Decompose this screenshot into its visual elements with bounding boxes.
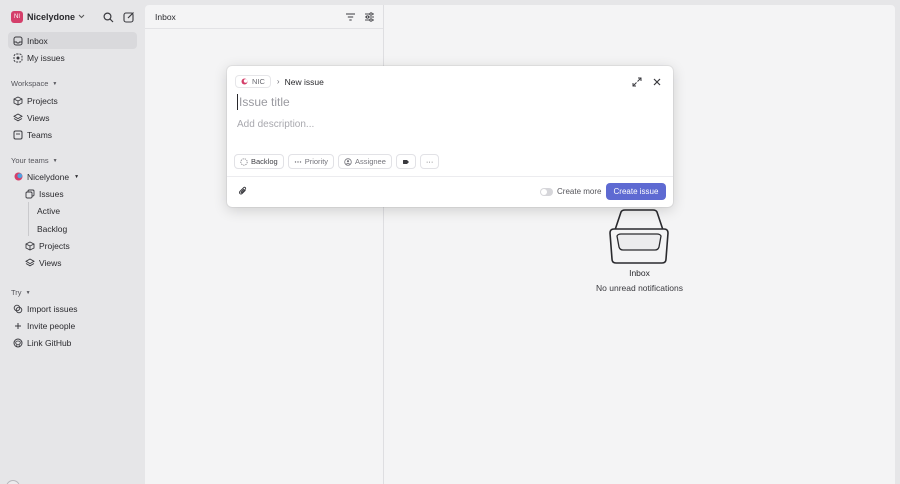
sidebar-item-label: Issues (39, 188, 64, 199)
page-title: Inbox (155, 12, 176, 22)
workspace-name: Nicelydone (27, 12, 76, 22)
breadcrumb: NIC › New issue (235, 75, 324, 88)
chevron-down-icon (78, 14, 85, 21)
issue-title-input[interactable] (237, 94, 657, 110)
section-label: Try (11, 288, 22, 297)
sidebar-item-label: Teams (27, 129, 53, 140)
paperclip-icon[interactable] (237, 185, 249, 197)
create-more-toggle[interactable] (540, 188, 553, 196)
priority-icon (294, 158, 302, 166)
sidebar-team-nicelydone[interactable]: Nicelydone ▼ (8, 168, 137, 185)
cube-icon (12, 95, 24, 107)
sidebar-item-label: Views (27, 112, 50, 123)
workspace-switcher[interactable]: NI Nicelydone (11, 10, 137, 24)
caret-down-icon: ▼ (52, 80, 58, 87)
create-issue-button[interactable]: Create issue (606, 183, 666, 200)
sidebar-item-backlog[interactable]: Backlog (30, 220, 137, 237)
sidebar-item-issues[interactable]: Issues (20, 185, 137, 202)
assignee-label: Assignee (355, 157, 386, 166)
section-label: Your teams (11, 156, 49, 165)
sidebar-item-team-views[interactable]: Views (20, 254, 137, 271)
divider (145, 28, 383, 29)
caret-down-icon: ▼ (52, 157, 58, 164)
filter-icon[interactable] (344, 11, 356, 23)
sidebar-item-label: Import issues (27, 303, 78, 314)
sidebar-item-my-issues[interactable]: My issues (8, 49, 137, 66)
team-logo-icon (12, 171, 24, 183)
sidebar-item-teams[interactable]: Teams (8, 126, 137, 143)
sidebar-item-team-projects[interactable]: Projects (20, 237, 137, 254)
more-options-chip[interactable]: ··· (419, 154, 440, 169)
sidebar-item-label: Invite people (27, 320, 76, 331)
section-label: Workspace (11, 79, 49, 88)
sidebar-item-label: Active (37, 205, 61, 216)
sidebar-item-label: My issues (27, 52, 65, 63)
display-options-icon[interactable] (363, 11, 375, 23)
caret-down-icon: ▼ (74, 173, 80, 180)
divider (227, 176, 673, 177)
sidebar-item-active[interactable]: Active (30, 202, 137, 219)
sidebar-item-label: Backlog (37, 223, 68, 234)
sidebar-item-label: Projects (39, 240, 70, 251)
search-icon[interactable] (101, 10, 115, 24)
empty-state-subtitle: No unread notifications (596, 283, 683, 293)
tag-icon (402, 158, 410, 166)
sidebar-item-import-issues[interactable]: Import issues (8, 300, 137, 317)
expand-icon[interactable] (631, 76, 643, 88)
plus-icon (12, 320, 24, 332)
sidebar-item-label: Views (39, 257, 62, 268)
help-button[interactable] (6, 480, 20, 484)
target-icon (12, 52, 24, 64)
sidebar-item-label: Nicelydone (27, 171, 70, 182)
status-label: Backlog (251, 157, 278, 166)
layers-icon (24, 257, 36, 269)
priority-label: Priority (304, 157, 329, 166)
sidebar-item-label: Projects (27, 95, 58, 106)
issue-properties: Backlog Priority Assignee ··· (234, 154, 443, 169)
workspace-badge: NI (11, 11, 23, 23)
sidebar-item-inbox[interactable]: Inbox (8, 32, 137, 49)
backlog-status-icon (240, 157, 248, 166)
sidebar: NI Nicelydone Inbox My issues Workspace … (0, 0, 145, 484)
sidebar-item-label: Link GitHub (27, 337, 72, 348)
more-icon: ··· (425, 157, 434, 166)
sidebar-item-label: Inbox (27, 35, 48, 46)
issue-description-input[interactable] (237, 117, 657, 131)
empty-state-title: Inbox (629, 268, 650, 278)
status-chip[interactable]: Backlog (234, 154, 284, 169)
empty-inbox-tray-icon (608, 209, 670, 267)
team-logo-icon (241, 78, 248, 85)
new-issue-modal: NIC › New issue Backlog Priority Assign (227, 66, 673, 207)
close-icon[interactable] (651, 76, 663, 88)
stack-icon (24, 188, 36, 200)
label-chip[interactable] (395, 154, 416, 169)
square-icon (12, 129, 24, 141)
layers-icon (12, 112, 24, 124)
section-try[interactable]: Try ▼ (11, 288, 31, 297)
inbox-icon (12, 35, 24, 47)
sidebar-item-invite-people[interactable]: Invite people (8, 317, 137, 334)
modal-title: New issue (284, 76, 324, 87)
github-icon (12, 337, 24, 349)
import-icon (12, 303, 24, 315)
cube-icon (24, 240, 36, 252)
section-workspace[interactable]: Workspace ▼ (11, 79, 57, 88)
create-more-label: Create more (557, 187, 602, 196)
team-selector[interactable]: NIC (235, 75, 271, 88)
assignee-chip[interactable]: Assignee (338, 154, 392, 169)
sidebar-item-views[interactable]: Views (8, 109, 137, 126)
priority-chip[interactable]: Priority (287, 154, 335, 169)
breadcrumb-separator: › (276, 77, 280, 86)
section-your-teams[interactable]: Your teams ▼ (11, 156, 58, 165)
sidebar-item-link-github[interactable]: Link GitHub (8, 334, 137, 351)
new-issue-icon[interactable] (122, 10, 136, 24)
user-icon (344, 157, 352, 166)
sidebar-item-projects[interactable]: Projects (8, 92, 137, 109)
caret-down-icon: ▼ (25, 289, 31, 296)
team-key: NIC (252, 77, 265, 86)
tree-line (28, 202, 29, 236)
